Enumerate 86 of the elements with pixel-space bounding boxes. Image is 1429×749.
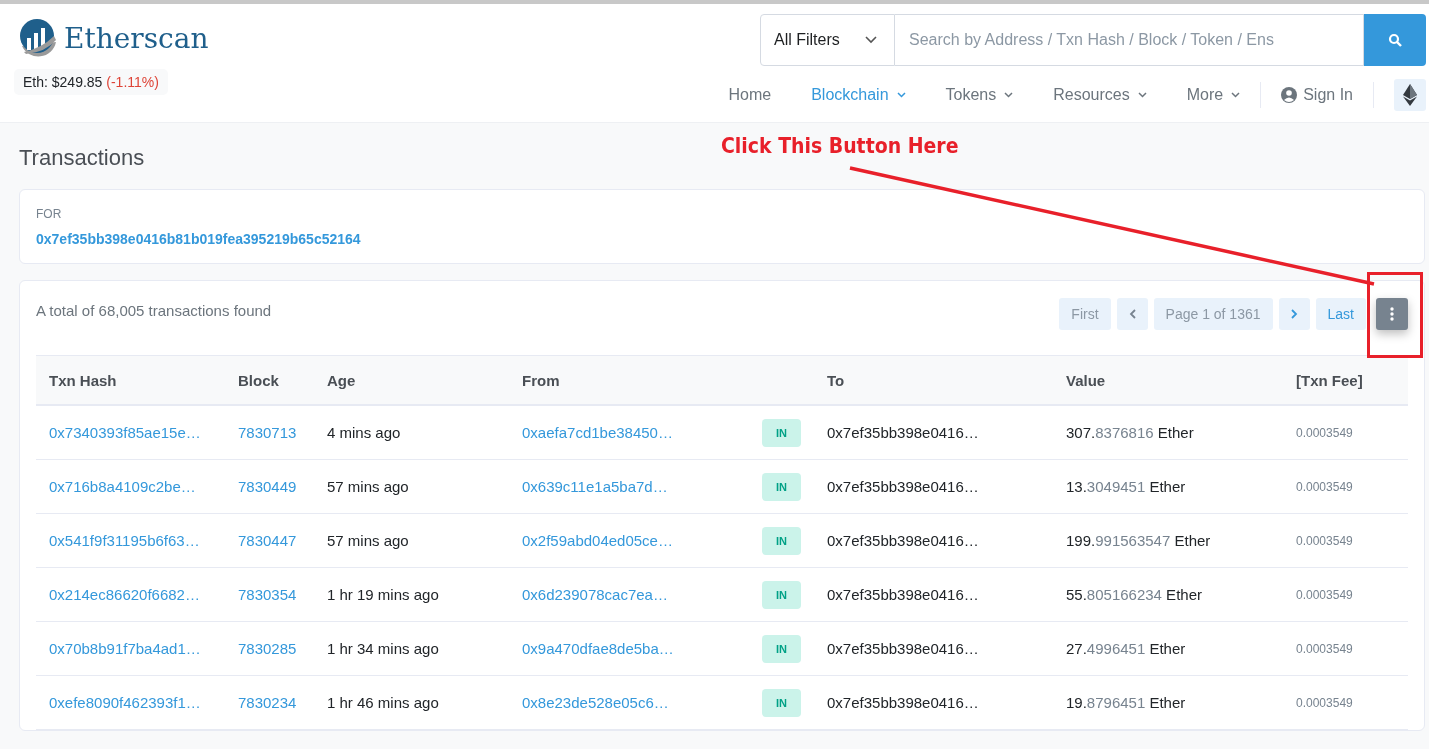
table-cell-text: 0.0003549: [1296, 641, 1354, 656]
table-cell-text: 0.0003549: [1296, 533, 1354, 548]
direction-badge: IN: [762, 634, 801, 663]
summary-text: A total of 68,005 transactions found: [36, 302, 272, 319]
table-cell-text: 55.805166234 Ether: [1066, 586, 1203, 603]
table-cell-text: 1 hr 19 mins ago: [327, 586, 440, 603]
logo-icon[interactable]: [18, 18, 58, 58]
table-cell[interactable]: 0x7340393f85ae15e…: [49, 424, 238, 441]
table-cell-text: 0x7ef35bb398e0416…: [827, 640, 980, 657]
column-header: Block: [238, 371, 280, 389]
table-cell[interactable]: 7830354: [238, 586, 327, 603]
chevron-right-icon: [1290, 309, 1298, 319]
logo-text[interactable]: Etherscan: [64, 21, 209, 55]
column-header: From: [522, 371, 561, 389]
direction-badge: IN: [762, 688, 801, 717]
nav-link[interactable]: Tokens: [925, 86, 1034, 104]
table-cell-text: 19.8796451 Ether: [1066, 694, 1187, 711]
search-button[interactable]: [1364, 14, 1426, 66]
user-icon: [1281, 87, 1298, 103]
column-header: Txn Hash: [49, 371, 118, 389]
table-cell-text: 199.991563547 Ether: [1066, 532, 1212, 549]
table-cell-text: 0.0003549: [1296, 695, 1354, 710]
table-cell-text: 1 hr 34 mins ago: [327, 640, 440, 657]
table-cell[interactable]: 7830713: [238, 424, 327, 441]
table-cell-text: 0x7ef35bb398e0416…: [827, 424, 980, 441]
price-text: Eth: $249.85: [23, 74, 103, 90]
next-page-button[interactable]: [1278, 298, 1310, 330]
table-cell[interactable]: 0x2f59abd04ed05ce…: [522, 532, 762, 549]
table-cell[interactable]: 7830285: [238, 640, 327, 657]
table-cell-text: 0.0003549: [1296, 479, 1354, 494]
table-cell-text: 13.3049451 Ether: [1066, 478, 1187, 495]
search-icon: [1388, 33, 1402, 47]
table-cell[interactable]: 7830447: [238, 532, 327, 549]
nav-link[interactable]: Home: [708, 86, 792, 104]
table-cell[interactable]: 0x716b8a4109c2be…: [49, 478, 238, 495]
table-cell-text: 0x7ef35bb398e0416…: [827, 478, 980, 495]
table-cell-text: 0x7ef35bb398e0416…: [827, 532, 980, 549]
price-change: (-1.11%): [106, 74, 159, 90]
table-cell-text: 57 mins ago: [327, 532, 410, 549]
more-options-button[interactable]: [1376, 298, 1408, 330]
table-cell-text: 0x7ef35bb398e0416…: [827, 586, 980, 603]
table-cell[interactable]: 7830234: [238, 694, 327, 711]
nav-link[interactable]: Blockchain: [791, 86, 926, 104]
table-cell[interactable]: 0x6d239078cac7ea…: [522, 586, 762, 603]
ethereum-icon: [1403, 84, 1417, 106]
page-indicator: Page 1 of 1361: [1153, 298, 1273, 330]
annotation-text: Click This Button Here: [721, 134, 959, 158]
last-page-button[interactable]: Last: [1315, 298, 1366, 330]
table-cell-text: 0x7ef35bb398e0416…: [827, 694, 980, 711]
direction-badge: IN: [762, 526, 801, 555]
address-link[interactable]: 0x7ef35bb398e0416b81b019fea395219b65c52164: [36, 231, 361, 247]
filter-dropdown[interactable]: All Filters: [760, 14, 895, 66]
column-header: [Txn Fee]: [1296, 371, 1364, 389]
table-cell[interactable]: 0xaefa7cd1be38450…: [522, 424, 762, 441]
network-button[interactable]: [1394, 79, 1426, 111]
table-cell-text: 0.0003549: [1296, 587, 1354, 602]
column-header: To: [827, 371, 846, 389]
direction-badge: IN: [762, 472, 801, 501]
table-cell[interactable]: 7830449: [238, 478, 327, 495]
for-label: FOR: [36, 207, 63, 221]
table-cell[interactable]: 0xefe8090f462393f1…: [49, 694, 238, 711]
table-cell-text: 57 mins ago: [327, 478, 410, 495]
search-field[interactable]: Search by Address / Txn Hash / Block / Token / Ens: [895, 14, 1364, 66]
direction-badge: IN: [762, 418, 801, 447]
first-page-button[interactable]: First: [1059, 298, 1111, 330]
table-cell[interactable]: 0x9a470dfae8de5ba…: [522, 640, 762, 657]
table-cell-text: 1 hr 46 mins ago: [327, 694, 440, 711]
table-cell[interactable]: 0x70b8b91f7ba4ad1…: [49, 640, 238, 657]
previous-page-button[interactable]: [1116, 298, 1148, 330]
nav-link[interactable]: Resources: [1033, 86, 1167, 104]
table-cell[interactable]: 0x8e23de528e05c6…: [522, 694, 762, 711]
table-cell-text: 307.8376816 Ether: [1066, 424, 1195, 441]
more-icon: [1390, 307, 1394, 321]
table-cell-text: 4 mins ago: [327, 424, 402, 441]
table-cell-text: 0.0003549: [1296, 425, 1354, 440]
table-cell[interactable]: 0x639c11e1a5ba7d…: [522, 478, 762, 495]
column-header: Value: [1066, 371, 1107, 389]
column-header: Age: [327, 371, 357, 389]
nav-link[interactable]: More: [1166, 86, 1261, 104]
table-cell[interactable]: 0x541f9f31195b6f63…: [49, 532, 238, 549]
table-cell-text: 27.4996451 Ether: [1066, 640, 1187, 657]
chevron-left-icon: [1128, 309, 1136, 319]
table-cell[interactable]: 0x214ec86620f6682…: [49, 586, 238, 603]
chevron-icon: [865, 36, 877, 44]
direction-badge: IN: [762, 580, 801, 609]
sign-in-link[interactable]: Sign In: [1261, 86, 1373, 104]
